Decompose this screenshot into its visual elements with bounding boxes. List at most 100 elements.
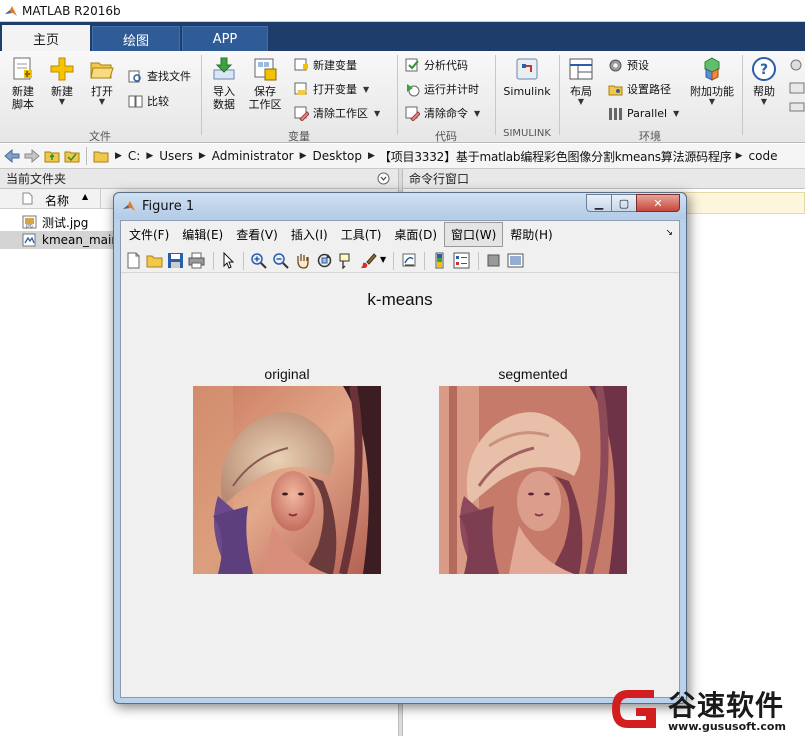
zoom-in-icon[interactable] (250, 252, 267, 269)
clear-commands-button[interactable]: 清除命令 ▼ (405, 103, 480, 123)
group-label-code: 代码 (435, 130, 457, 143)
breadcrumb-code[interactable]: code (749, 149, 778, 163)
open-file-icon[interactable] (146, 252, 163, 269)
set-path-button[interactable]: 设置路径 (608, 79, 671, 99)
breadcrumb-separator-icon: ▶ (368, 151, 375, 161)
save-workspace-button[interactable]: 保存 工作区 (246, 56, 284, 111)
ribbon-divider (742, 55, 743, 135)
tab-home[interactable]: 主页 (2, 25, 90, 51)
figure-window: Figure 1 ▁ ▢ ✕ 文件(F) 编辑(E) 查看(V) 插入(I) 工… (113, 192, 687, 704)
new-script-button[interactable]: 新建 脚本 (6, 56, 40, 111)
new-variable-button[interactable]: 新建变量 (294, 55, 357, 75)
command-window-header: 命令行窗口 (403, 169, 805, 189)
open-button[interactable]: 打开 ▼ (86, 56, 118, 106)
find-files-button[interactable]: 查找文件 (128, 66, 191, 86)
breadcrumb-desktop[interactable]: Desktop (313, 149, 363, 163)
open-variable-button[interactable]: 打开变量 ▼ (294, 79, 369, 99)
new-variable-icon (294, 58, 308, 70)
svg-text:JPG: JPG (25, 224, 33, 229)
breadcrumb-separator-icon: ▶ (198, 151, 206, 161)
app-title-bar: MATLAB R2016b (0, 0, 805, 22)
dock-arrow-icon[interactable]: ↘ (665, 228, 673, 238)
addons-button[interactable]: 附加功能 ▼ (688, 56, 736, 106)
browse-folder-icon[interactable] (64, 149, 80, 163)
hide-plot-tools-icon[interactable] (485, 252, 502, 269)
new-button[interactable]: 新建 ▼ (46, 56, 78, 106)
menu-window[interactable]: 窗口(W) (444, 221, 504, 247)
watermark-text: 谷速软件 (668, 689, 785, 722)
forward-arrow-icon[interactable] (24, 149, 40, 163)
toolbar-divider (213, 252, 214, 270)
minimize-icon: ▁ (594, 196, 604, 210)
save-icon[interactable] (167, 252, 184, 269)
breadcrumb-c[interactable]: C: (128, 149, 140, 163)
pan-hand-icon[interactable] (294, 252, 311, 269)
menu-help[interactable]: 帮助(H) (504, 223, 558, 246)
menu-file[interactable]: 文件(F) (123, 223, 175, 246)
parallel-button[interactable]: Parallel ▼ (608, 103, 679, 123)
pointer-icon[interactable] (220, 252, 237, 269)
menu-tools[interactable]: 工具(T) (335, 223, 388, 246)
close-button[interactable]: ✕ (636, 194, 680, 212)
show-plot-tools-icon[interactable] (507, 252, 524, 269)
column-name-header[interactable]: 名称 (45, 192, 69, 209)
set-path-icon (608, 85, 623, 95)
tab-plots[interactable]: 绘图 (92, 26, 180, 51)
chevron-down-icon[interactable]: ▼ (380, 255, 386, 264)
clear-workspace-button[interactable]: 清除工作区 ▼ (294, 103, 380, 123)
ribbon-tabbar: 主页 绘图 APP (0, 22, 805, 51)
minimize-button[interactable]: ▁ (586, 194, 612, 212)
figure-title-bar[interactable]: Figure 1 ▁ ▢ ✕ (114, 193, 686, 219)
preferences-button[interactable]: 预设 (608, 55, 649, 75)
insert-colorbar-icon[interactable] (431, 252, 448, 269)
chevron-down-icon: ▼ (708, 97, 716, 106)
menu-insert[interactable]: 插入(I) (285, 223, 334, 246)
insert-legend-icon[interactable] (453, 252, 470, 269)
menu-desktop[interactable]: 桌面(D) (388, 223, 443, 246)
maximize-button[interactable]: ▢ (611, 194, 637, 212)
breadcrumb-project[interactable]: 【项目3332】基于matlab编程彩色图像分割kmeans算法源码程序 (379, 148, 732, 165)
run-and-time-icon (407, 83, 420, 96)
app-title: MATLAB R2016b (22, 3, 121, 18)
community-icon[interactable] (788, 57, 805, 117)
chevron-down-icon: ▼ (760, 97, 768, 106)
clear-workspace-label: 清除工作区 (313, 107, 368, 120)
help-icon: ? (752, 57, 776, 81)
address-bar: ▶ C: ▶ Users ▶ Administrator ▶ Desktop ▶… (0, 144, 805, 169)
group-label-variable: 变量 (288, 130, 310, 143)
simulink-label: Simulink (503, 85, 551, 98)
figure-canvas[interactable]: k-means original segmented (121, 274, 679, 697)
new-figure-icon[interactable] (125, 252, 142, 269)
up-folder-icon[interactable] (44, 149, 60, 163)
chevron-down-icon: ▼ (98, 97, 106, 106)
import-data-button[interactable]: 导入 数据 (208, 56, 240, 111)
print-icon[interactable] (188, 252, 205, 269)
figure-client-area: 文件(F) 编辑(E) 查看(V) 插入(I) 工具(T) 桌面(D) 窗口(W… (120, 220, 680, 698)
menu-edit[interactable]: 编辑(E) (176, 223, 229, 246)
zoom-out-icon[interactable] (272, 252, 289, 269)
layout-button[interactable]: 布局 ▼ (566, 56, 596, 106)
analyze-code-button[interactable]: 分析代码 (405, 55, 468, 75)
layout-icon (569, 58, 593, 80)
brush-icon[interactable] (360, 252, 377, 269)
back-arrow-icon[interactable] (4, 149, 20, 163)
help-button[interactable]: ? 帮助 ▼ (748, 56, 780, 106)
chevron-down-icon: ▼ (673, 108, 680, 118)
data-cursor-icon[interactable] (338, 252, 355, 269)
close-icon: ✕ (653, 196, 663, 210)
find-files-icon (128, 70, 141, 82)
panel-menu-icon[interactable] (377, 172, 390, 185)
import-data-label: 导入 数据 (213, 85, 235, 111)
link-plot-icon[interactable] (401, 252, 418, 269)
compare-button[interactable]: 比较 (128, 91, 169, 111)
run-and-time-button[interactable]: 运行并计时 (405, 79, 479, 99)
menu-view[interactable]: 查看(V) (230, 223, 284, 246)
simulink-button[interactable]: Simulink (502, 56, 552, 98)
breadcrumb-users[interactable]: Users (159, 149, 193, 163)
new-script-label: 新建 脚本 (12, 85, 34, 111)
tab-apps[interactable]: APP (182, 26, 268, 51)
axes-title-segmented: segmented (498, 366, 568, 382)
breadcrumb-administrator[interactable]: Administrator (212, 149, 294, 163)
segmented-image (439, 386, 627, 574)
rotate-3d-icon[interactable] (316, 252, 333, 269)
